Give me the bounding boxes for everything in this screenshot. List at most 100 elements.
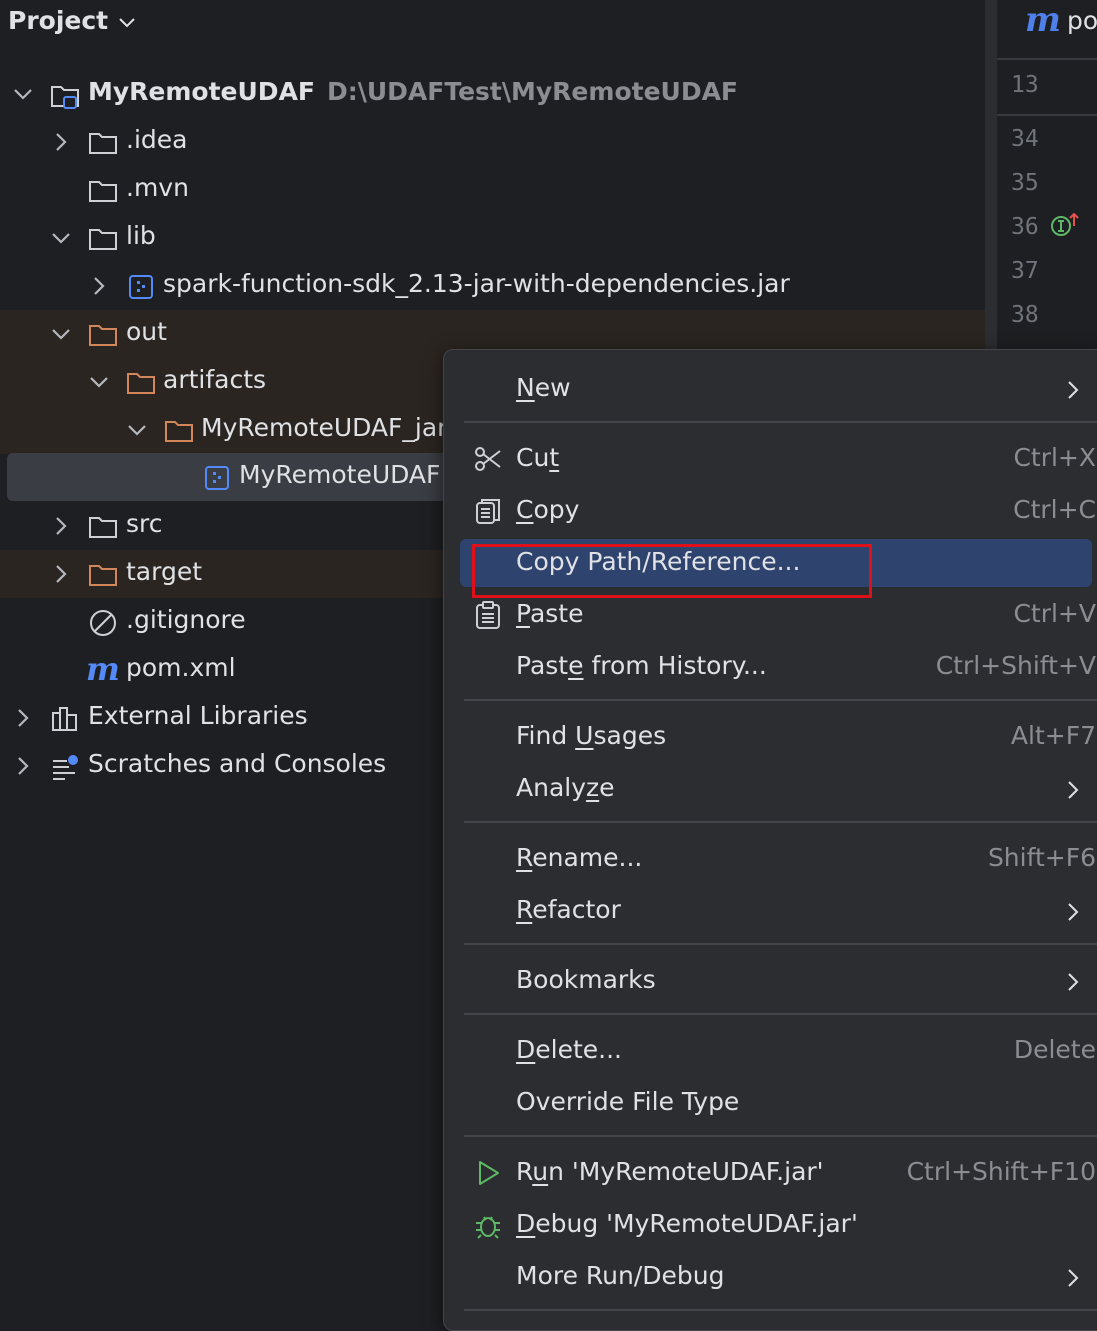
tree-label: .idea (126, 125, 188, 154)
project-path: D:\UDAFTest\MyRemoteUDAF (327, 77, 738, 106)
line-number: 13 (1011, 72, 1039, 98)
menu-item-label: Run 'MyRemoteUDAF.jar' (516, 1157, 824, 1186)
tree-row-idea[interactable]: .idea (0, 118, 985, 166)
jar-icon (126, 272, 156, 302)
jar-icon (202, 463, 232, 493)
menu-item-new[interactable]: New (460, 365, 1092, 413)
folder-icon (88, 128, 118, 158)
maven-icon: m (86, 650, 120, 688)
panel-title: Project (8, 5, 109, 35)
shortcut: Delete (1013, 1035, 1096, 1064)
tree-label: Scratches and Consoles (88, 749, 387, 778)
module-folder-icon (50, 80, 80, 110)
folder-icon (88, 176, 118, 206)
chevron-right-icon[interactable] (50, 130, 72, 154)
line-number: 37 (1011, 258, 1039, 284)
tree-label: lib (126, 221, 156, 250)
shortcut: Ctrl+Shift+V (935, 651, 1096, 680)
chevron-right-icon[interactable] (50, 562, 72, 586)
menu-item-label: Cut (516, 443, 560, 472)
menu-item-rename[interactable]: Rename... Shift+F6 (460, 835, 1096, 883)
tree-label: pom.xml (126, 653, 236, 682)
chevron-down-icon[interactable] (126, 418, 148, 442)
menu-separator (464, 1135, 1097, 1137)
chevron-right-icon[interactable] (88, 274, 110, 298)
menu-item-delete[interactable]: Delete... Delete (460, 1027, 1096, 1075)
tree-label: out (126, 317, 167, 346)
menu-item-label: Bookmarks (516, 965, 656, 994)
menu-item-label: Paste from History... (516, 651, 767, 680)
fold-divider (997, 114, 1097, 116)
menu-item-label: Find Usages (516, 721, 667, 750)
menu-item-find-usages[interactable]: Find Usages Alt+F7 (460, 713, 1096, 761)
chevron-right-icon[interactable] (50, 514, 72, 538)
menu-item-label: Rename... (516, 843, 643, 872)
menu-separator (464, 1309, 1097, 1311)
tree-label: spark-function-sdk_2.13-jar-with-depende… (163, 269, 790, 298)
line-number: 34 (1011, 126, 1039, 152)
menu-item-run[interactable]: Run 'MyRemoteUDAF.jar' Ctrl+Shift+F10 (460, 1149, 1096, 1197)
chevron-down-icon[interactable] (50, 322, 72, 346)
menu-item-label: Debug 'MyRemoteUDAF.jar' (516, 1209, 858, 1238)
submenu-arrow-icon (1066, 779, 1080, 801)
shortcut: Alt+F7 (1010, 721, 1096, 750)
menu-item-label: Override File Type (516, 1087, 740, 1116)
shortcut: Ctrl+V (1013, 599, 1096, 628)
menu-item-label: New (516, 373, 571, 402)
menu-item-label: Refactor (516, 895, 621, 924)
panel-header[interactable]: Project (8, 2, 136, 38)
folder-icon (88, 512, 118, 542)
tree-row-lib[interactable]: lib (0, 214, 985, 262)
menu-item-refactor[interactable]: Refactor (460, 887, 1092, 935)
menu-item-debug[interactable]: Debug 'MyRemoteUDAF.jar' (460, 1201, 1092, 1249)
tree-row-mvn[interactable]: .mvn (0, 166, 985, 214)
paste-icon (474, 601, 502, 629)
chevron-right-icon[interactable] (12, 706, 34, 730)
menu-separator (464, 421, 1097, 423)
copy-icon (474, 497, 502, 525)
chevron-right-icon[interactable] (12, 754, 34, 778)
menu-item-bookmarks[interactable]: Bookmarks (460, 957, 1092, 1005)
menu-item-analyze[interactable]: Analyze (460, 765, 1092, 813)
submenu-arrow-icon (1066, 1267, 1080, 1289)
chevron-down-icon[interactable] (50, 226, 72, 250)
tree-label: .gitignore (126, 605, 246, 634)
menu-item-cut[interactable]: Cut Ctrl+X (460, 435, 1096, 483)
tree-row-root[interactable]: MyRemoteUDAF D:\UDAFTest\MyRemoteUDAF (0, 70, 985, 118)
excluded-folder-icon (88, 320, 118, 350)
editor-tab-label[interactable]: po (1067, 6, 1097, 35)
menu-item-label: Copy (516, 495, 580, 524)
folder-icon (88, 224, 118, 254)
implements-gutter-icon[interactable] (1050, 212, 1082, 242)
menu-item-copy[interactable]: Copy Ctrl+C (460, 487, 1096, 535)
excluded-folder-icon (126, 368, 156, 398)
tree-label-root: MyRemoteUDAF D:\UDAFTest\MyRemoteUDAF (88, 77, 738, 106)
shortcut: Shift+F6 (987, 843, 1096, 872)
menu-item-paste[interactable]: Paste Ctrl+V (460, 591, 1096, 639)
tree-label: .mvn (126, 173, 189, 202)
chevron-down-icon[interactable] (12, 82, 34, 106)
menu-item-more-run-debug[interactable]: More Run/Debug (460, 1253, 1092, 1301)
menu-item-label: Paste (516, 599, 584, 628)
library-icon (50, 704, 80, 734)
menu-item-paste-from-history[interactable]: Paste from History... Ctrl+Shift+V (460, 643, 1096, 691)
context-menu: New Cut Ctrl+X Copy Ctrl+C Copy Path/Ref… (443, 349, 1097, 1331)
menu-item-override-file-type[interactable]: Override File Type (460, 1079, 1092, 1127)
scratches-icon (50, 752, 80, 782)
excluded-folder-icon (164, 416, 194, 446)
menu-separator (464, 821, 1097, 823)
chevron-down-icon (118, 6, 136, 35)
run-icon (474, 1159, 502, 1187)
tree-row-spark-jar[interactable]: spark-function-sdk_2.13-jar-with-depende… (0, 262, 985, 310)
scissors-icon (474, 445, 502, 473)
chevron-down-icon[interactable] (88, 370, 110, 394)
line-number: 36 (1011, 214, 1039, 240)
submenu-arrow-icon (1066, 971, 1080, 993)
tree-label: target (126, 557, 203, 586)
shortcut: Ctrl+C (1013, 495, 1096, 524)
menu-item-label: Analyze (516, 773, 615, 802)
tree-label: MyRemoteUDAF_jar (201, 413, 448, 442)
submenu-arrow-icon (1066, 901, 1080, 923)
tree-label: artifacts (163, 365, 267, 394)
line-number: 35 (1011, 170, 1039, 196)
